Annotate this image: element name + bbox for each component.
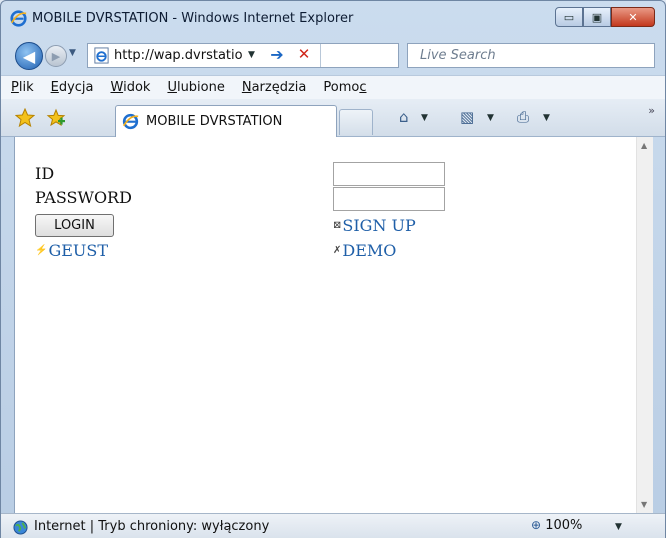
feeds-dropdown-icon[interactable]: ▼ (487, 113, 494, 123)
maximize-button[interactable]: ▣ (583, 7, 611, 27)
favorites-star-icon[interactable] (15, 108, 35, 128)
signup-icon: ⊠ (333, 220, 342, 231)
demo-link[interactable]: ✗ DEMO (333, 241, 396, 260)
minimize-icon: ▭ (563, 10, 575, 24)
close-button[interactable]: ✕ (611, 7, 655, 27)
menu-pomoc[interactable]: Pomoc (323, 80, 366, 95)
feeds-icon[interactable]: ▧ (460, 108, 474, 126)
password-input[interactable] (333, 187, 445, 211)
vertical-scrollbar[interactable]: ▲ ▼ (636, 137, 653, 513)
menu-plik[interactable]: Plik (11, 80, 34, 95)
guest-link-text: GEUST (48, 241, 109, 260)
minimize-button[interactable]: ▭ (555, 7, 583, 27)
menu-edycja[interactable]: Edycja (51, 80, 94, 95)
new-tab-button[interactable] (339, 109, 373, 135)
maximize-icon: ▣ (591, 10, 603, 24)
tab-bar: MOBILE DVRSTATION ⌂ ▼ ▧ ▼ ⎙ ▼ » (1, 99, 665, 137)
menu-ulubione[interactable]: Ulubione (167, 80, 224, 95)
lightning-icon: ⚡ (35, 245, 48, 256)
back-button[interactable]: ◀ (15, 42, 43, 70)
tab-label: MOBILE DVRSTATION (146, 114, 283, 129)
home-icon[interactable]: ⌂ (399, 108, 409, 126)
address-dropdown-icon[interactable]: ▼ (248, 50, 255, 60)
browser-window: MOBILE DVRSTATION - Windows Internet Exp… (0, 0, 666, 538)
back-arrow-icon: ◀ (22, 46, 36, 66)
home-dropdown-icon[interactable]: ▼ (421, 113, 428, 123)
stop-icon[interactable]: ✕ (293, 45, 315, 66)
page-icon (94, 47, 109, 64)
zoom-dropdown-icon[interactable]: ▼ (615, 522, 622, 532)
title-bar: MOBILE DVRSTATION - Windows Internet Exp… (1, 1, 665, 37)
tab-mobile-dvrstation[interactable]: MOBILE DVRSTATION (115, 105, 337, 137)
scroll-up-icon[interactable]: ▲ (641, 141, 647, 150)
search-placeholder: Live Search (420, 48, 496, 63)
menu-narzedzia[interactable]: Narzędzia (242, 80, 307, 95)
ie-logo-icon (10, 10, 27, 27)
signup-link-text: SIGN UP (342, 216, 416, 235)
zoom-icon: ⊕ (531, 518, 542, 532)
login-button[interactable]: LOGIN (35, 214, 114, 237)
recent-pages-dropdown[interactable]: ▼ (69, 48, 76, 58)
signup-link[interactable]: ⊠ SIGN UP (333, 216, 416, 235)
id-label: ID (35, 164, 55, 183)
id-input[interactable] (333, 162, 445, 186)
go-arrow-icon[interactable]: ➔ (266, 45, 288, 66)
forward-arrow-icon: ▶ (51, 49, 61, 63)
print-dropdown-icon[interactable]: ▼ (543, 113, 550, 123)
menu-widok[interactable]: Widok (111, 80, 151, 95)
globe-icon (13, 520, 28, 535)
print-icon[interactable]: ⎙ (517, 108, 529, 126)
add-favorites-icon[interactable] (46, 108, 66, 128)
ie-page-icon (122, 113, 139, 130)
guest-link[interactable]: ⚡ GEUST (35, 241, 108, 260)
scroll-down-icon[interactable]: ▼ (641, 500, 647, 509)
zoom-level[interactable]: ⊕ 100% (531, 518, 582, 533)
address-separator (320, 44, 321, 67)
search-input[interactable]: Live Search (407, 43, 655, 68)
demo-icon: ✗ (333, 245, 342, 256)
forward-button[interactable]: ▶ (45, 45, 67, 67)
status-text: Internet | Tryb chroniony: wyłączony (34, 519, 270, 534)
toolbar-overflow-icon[interactable]: » (648, 104, 655, 117)
address-toolbar: ◀ ▶ ▼ http://wap.dvrstatio ▼ ➔ ✕ Live Se… (1, 37, 665, 75)
window-title: MOBILE DVRSTATION - Windows Internet Exp… (32, 11, 354, 26)
zoom-value: 100% (545, 518, 583, 533)
caption-buttons: ▭ ▣ ✕ (555, 7, 655, 27)
password-label: PASSWORD (35, 188, 132, 207)
page-content: ID PASSWORD LOGIN ⊠ SIGN UP ⚡ GEUST ✗ DE… (14, 137, 653, 513)
address-field[interactable]: http://wap.dvrstatio ▼ ➔ ✕ (87, 43, 399, 68)
demo-link-text: DEMO (342, 241, 397, 260)
close-icon: ✕ (628, 10, 638, 24)
menu-bar: Plik Edycja Widok Ulubione Narzędzia Pom… (1, 75, 665, 99)
status-bar: Internet | Tryb chroniony: wyłączony ⊕ 1… (1, 513, 665, 538)
address-url[interactable]: http://wap.dvrstatio (114, 48, 244, 63)
